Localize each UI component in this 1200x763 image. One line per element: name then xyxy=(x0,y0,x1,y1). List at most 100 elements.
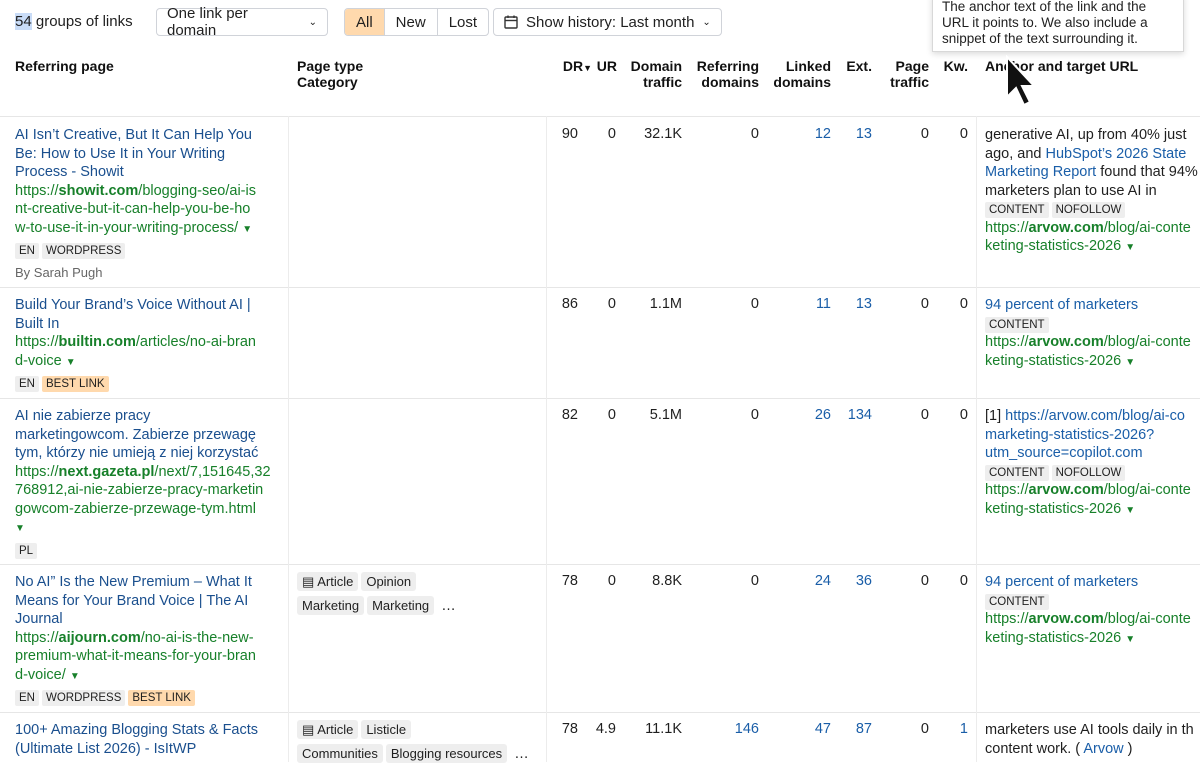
col-kw[interactable]: Kw. xyxy=(940,58,968,74)
title-line: Built In xyxy=(15,315,60,332)
table-row: AI Isn’t Creative, But It Can Help You Be… xyxy=(15,126,285,282)
anchor-link[interactable]: 94 percent of marketers xyxy=(985,296,1200,315)
url-domain: arvow.com xyxy=(1028,611,1104,627)
col-page-type[interactable]: Page type Category xyxy=(297,58,363,90)
anchor-link[interactable]: HubSpot’s 2026 State xyxy=(1045,146,1186,162)
domain-traffic-value: 1.1M xyxy=(649,296,682,312)
page-title-link[interactable]: AI nie zabierze pracy marketingowcom. Zab… xyxy=(15,407,285,463)
page-title-link[interactable]: AI Isn’t Creative, But It Can Help You Be… xyxy=(15,126,285,182)
link-mode-label: One link per domain xyxy=(167,5,248,39)
filter-segmented-control: All New Lost xyxy=(344,8,490,36)
col-referring-page[interactable]: Referring page xyxy=(15,58,114,74)
linked-domains-value[interactable]: 24 xyxy=(790,573,831,589)
linked-domains-value[interactable]: 11 xyxy=(790,296,831,312)
caret-down-icon[interactable]: ▼ xyxy=(70,671,80,682)
page-url-link[interactable]: https://builtin.com/articles/no-ai-bran d… xyxy=(15,333,285,372)
page-type-pill: Opinion xyxy=(361,572,417,591)
target-url-link[interactable]: https://arvow.com/blog/ai-conte xyxy=(985,219,1200,238)
url-part: gowcom-zabierze-przewage-tym.html xyxy=(15,500,256,517)
anchor-link[interactable]: 94 percent of marketers xyxy=(985,573,1200,592)
anchor-link[interactable]: utm_source=copilot.com xyxy=(985,444,1200,463)
page-type-cell: ▤ Article Opinion Marketing Marketing … xyxy=(297,572,542,615)
kw-value[interactable]: 1 xyxy=(940,721,968,737)
anchor-snippet: found that 94% xyxy=(1096,164,1198,180)
caret-down-icon[interactable]: ▼ xyxy=(66,357,76,368)
linked-domains-value[interactable]: 12 xyxy=(790,126,831,142)
url-prefix: https:// xyxy=(15,629,59,646)
url-part: 768912,ai-nie-zabierze-pracy-marketin xyxy=(15,482,264,498)
ext-value[interactable]: 134 xyxy=(840,407,872,423)
col-page-traffic[interactable]: Page traffic xyxy=(885,58,929,90)
dr-value: 78 xyxy=(561,573,578,589)
col-dr-label: DR xyxy=(562,58,584,74)
page-url-link[interactable]: https://next.gazeta.pl/next/7,151645,32 7… xyxy=(15,463,285,539)
ur-value: 0 xyxy=(607,407,616,423)
link-attr-tag: NOFOLLOW xyxy=(1051,202,1126,218)
col-dr[interactable]: DR▼ xyxy=(555,58,592,76)
target-url-link[interactable]: https://arvow.com/blog/ai-conte xyxy=(985,481,1200,500)
col-domain-traffic[interactable]: Domain traffic xyxy=(628,58,682,90)
anchor-cell: 94 percent of marketers CONTENT https://… xyxy=(985,573,1200,649)
link-mode-dropdown[interactable]: One link per domain ⌄ xyxy=(156,5,328,39)
anchor-link[interactable]: https://arvow.com/blog/ai-co xyxy=(1005,408,1185,424)
col-page-traffic-line2: traffic xyxy=(890,74,929,90)
col-linked-domains[interactable]: Linked domains xyxy=(770,58,831,90)
caret-down-icon[interactable]: ▼ xyxy=(1125,634,1135,645)
caret-down-icon[interactable]: ▼ xyxy=(242,224,252,235)
col-referring-domains[interactable]: Referring domains xyxy=(693,58,759,90)
col-ext[interactable]: Ext. xyxy=(842,58,872,74)
divider xyxy=(0,116,1200,117)
filter-new-button[interactable]: New xyxy=(383,9,437,35)
history-dropdown[interactable]: Show history: Last month ⌄ xyxy=(493,8,722,36)
link-type-tag: CONTENT xyxy=(985,202,1049,218)
page-traffic-value: 0 xyxy=(920,407,929,423)
linked-domains-value[interactable]: 26 xyxy=(790,407,831,423)
url-domain: showit.com xyxy=(58,182,139,199)
url-part: premium-what-it-means-for-your-bran xyxy=(15,648,256,664)
page-title-link[interactable]: No AI” Is the New Premium – What It Means… xyxy=(15,573,285,629)
url-part: /blog/ai-conte xyxy=(1103,219,1191,236)
filter-lost-button[interactable]: Lost xyxy=(436,9,488,35)
ur-value: 0 xyxy=(607,126,616,142)
caret-down-icon[interactable]: ▼ xyxy=(1125,505,1135,516)
anchor-snippet: [1] xyxy=(985,408,1006,424)
col-linked-domains-line1: Linked xyxy=(785,58,831,74)
url-part: keting-statistics-2026 xyxy=(985,238,1122,254)
more-categories-button[interactable]: … xyxy=(441,598,456,614)
filter-all-button[interactable]: All xyxy=(345,9,384,35)
page-title-link[interactable]: Build Your Brand’s Voice Without AI | Bui… xyxy=(15,296,285,333)
caret-down-icon[interactable]: ▼ xyxy=(1125,357,1135,368)
ext-value[interactable]: 87 xyxy=(840,721,872,737)
anchor-link[interactable]: Marketing Report xyxy=(985,164,1096,180)
target-url-link[interactable]: https://arvow.com/blog/ai-conte xyxy=(985,610,1200,629)
url-part: d-voice/ xyxy=(15,666,66,683)
best-link-tag: BEST LINK xyxy=(41,376,109,392)
target-url-link[interactable]: https://arvow.com/blog/ai-conte xyxy=(985,333,1200,352)
url-prefix: https:// xyxy=(985,219,1029,236)
ext-value[interactable]: 13 xyxy=(840,126,872,142)
article-icon: ▤ xyxy=(302,722,315,737)
platform-tag: WORDPRESS xyxy=(41,690,126,706)
page-url-link[interactable]: https://showit.com/blogging-seo/ai-is nt-… xyxy=(15,182,285,240)
ext-value[interactable]: 13 xyxy=(840,296,872,312)
url-domain: next.gazeta.pl xyxy=(58,463,155,480)
kw-value: 0 xyxy=(959,296,968,312)
anchor-link[interactable]: marketing-statistics-2026? xyxy=(985,426,1200,445)
col-linked-domains-line2: domains xyxy=(773,74,831,90)
referring-domains-value[interactable]: 146 xyxy=(710,721,759,737)
more-categories-button[interactable]: … xyxy=(514,746,529,762)
title-line: Build Your Brand’s Voice Without AI | xyxy=(15,297,251,313)
anchor-link[interactable]: Arvow xyxy=(1083,741,1123,757)
page-traffic-value: 0 xyxy=(920,721,929,737)
ext-value[interactable]: 36 xyxy=(840,573,872,589)
caret-down-icon[interactable]: ▼ xyxy=(15,523,25,534)
page-title-link[interactable]: 100+ Amazing Blogging Stats & Facts (Ulti… xyxy=(15,721,285,758)
category-pill: Marketing xyxy=(367,595,435,615)
col-ur[interactable]: UR xyxy=(595,58,617,74)
caret-down-icon[interactable]: ▼ xyxy=(1125,242,1135,253)
language-tag: EN xyxy=(15,376,39,392)
linked-domains-value[interactable]: 47 xyxy=(790,721,831,737)
page-type-pill: ▤ Article xyxy=(297,572,359,591)
page-type-label: Article xyxy=(317,574,354,589)
page-url-link[interactable]: https://aijourn.com/no-ai-is-the-new-pre… xyxy=(15,629,285,687)
